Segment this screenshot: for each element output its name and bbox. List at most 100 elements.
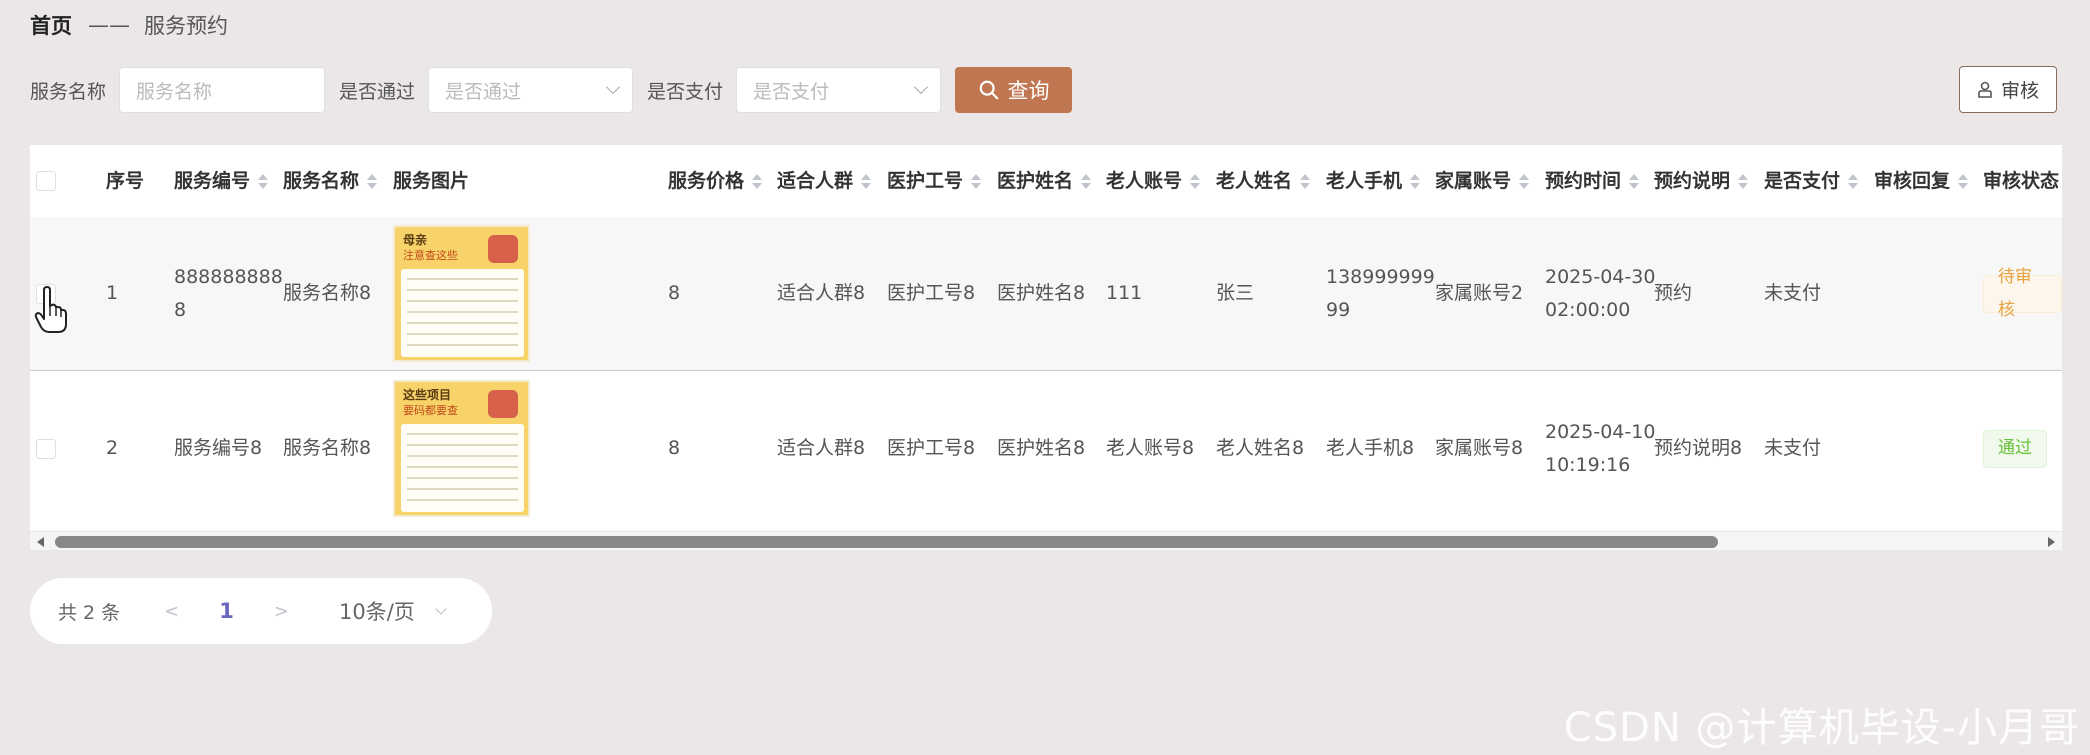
sort-icon[interactable] <box>752 173 763 189</box>
header-booking-time[interactable]: 预约时间 <box>1545 145 1640 217</box>
status-badge: 待审核 <box>1983 267 2062 320</box>
header-index: 序号 <box>106 169 145 192</box>
row-checkbox[interactable] <box>36 371 56 526</box>
sort-icon[interactable] <box>258 173 269 189</box>
header-paid[interactable]: 是否支付 <box>1764 145 1859 217</box>
sort-icon[interactable] <box>1519 173 1530 189</box>
cell-service-name: 服务名称8 <box>283 437 372 459</box>
cell-family-account: 家属账号2 <box>1435 282 1524 304</box>
sort-icon[interactable] <box>1190 173 1201 189</box>
paid-placeholder: 是否支付 <box>753 80 830 103</box>
cell-elder-account: 111 <box>1106 282 1143 304</box>
cell-booking-date: 2025-04-10 <box>1545 420 1656 443</box>
header-audit-reply[interactable]: 审核回复 <box>1874 145 1969 217</box>
header-elder-name-label: 老人姓名 <box>1216 169 1293 192</box>
audit-button[interactable]: 审核 <box>1959 66 2057 113</box>
hand-cursor-icon <box>34 286 67 333</box>
horizontal-scrollbar[interactable] <box>30 531 2062 550</box>
service-name-input[interactable]: 服务名称 <box>119 67 326 113</box>
cell-service-image[interactable]: 这些项目 要码都要查 <box>393 371 530 526</box>
search-button-label: 查询 <box>1007 79 1050 103</box>
header-booking-note-label: 预约说明 <box>1654 169 1731 192</box>
sort-icon[interactable] <box>1410 173 1421 189</box>
sort-icon[interactable] <box>1738 173 1749 189</box>
search-button[interactable]: 查询 <box>955 67 1073 113</box>
select-all-checkbox[interactable] <box>36 145 56 217</box>
search-icon <box>979 80 998 100</box>
header-elder-account-label: 老人账号 <box>1106 169 1183 192</box>
image-title: 母亲 <box>403 233 428 247</box>
header-service-name[interactable]: 服务名称 <box>283 145 378 217</box>
header-elder-phone-label: 老人手机 <box>1326 169 1403 192</box>
header-elder-name[interactable]: 老人姓名 <box>1216 145 1311 217</box>
header-service-no[interactable]: 服务编号 <box>174 145 269 217</box>
table-row[interactable]: 1 888888888 8 服务名称8 母亲 注意查这些 8 适合人群8 医护工… <box>30 217 2062 371</box>
user-icon <box>1978 81 1992 98</box>
scroll-right-icon[interactable] <box>2048 537 2055 547</box>
header-family-account[interactable]: 家属账号 <box>1435 145 1530 217</box>
header-booking-note[interactable]: 预约说明 <box>1654 145 1749 217</box>
next-page-button[interactable]: > <box>274 601 289 622</box>
scroll-left-icon[interactable] <box>37 537 44 547</box>
cell-elder-account: 老人账号8 <box>1106 437 1195 459</box>
cell-nurse-no: 医护工号8 <box>887 282 976 304</box>
prev-page-button[interactable]: < <box>164 601 179 622</box>
sort-icon[interactable] <box>1081 173 1092 189</box>
header-family-account-label: 家属账号 <box>1435 169 1512 192</box>
cell-family-account: 家属账号8 <box>1435 437 1524 459</box>
cell-booking-note: 预约 <box>1654 282 1693 304</box>
header-nurse-name-label: 医护姓名 <box>997 169 1074 192</box>
header-nurse-name[interactable]: 医护姓名 <box>997 145 1092 217</box>
cell-elder-phone-line1: 138999999 <box>1326 265 1435 288</box>
scrollbar-thumb[interactable] <box>55 536 1718 548</box>
paid-select[interactable]: 是否支付 <box>736 67 942 113</box>
breadcrumb-separator: —— <box>88 13 130 37</box>
service-name-label: 服务名称 <box>30 80 107 103</box>
page-size-select[interactable]: 10条/页 <box>339 596 447 626</box>
cell-nurse-name: 医护姓名8 <box>997 282 1086 304</box>
sort-icon[interactable] <box>1629 173 1640 189</box>
paid-label: 是否支付 <box>647 80 724 103</box>
passed-select[interactable]: 是否通过 <box>428 67 634 113</box>
cell-service-no: 服务编号8 <box>174 437 263 459</box>
service-image[interactable]: 母亲 注意查这些 <box>393 225 530 362</box>
header-service-name-label: 服务名称 <box>283 169 360 192</box>
header-elder-account[interactable]: 老人账号 <box>1106 145 1201 217</box>
chevron-down-icon <box>913 79 929 95</box>
header-price-label: 服务价格 <box>668 169 745 192</box>
breadcrumb-home[interactable]: 首页 <box>30 10 72 40</box>
sort-icon[interactable] <box>1958 173 1969 189</box>
table-header: 序号 服务编号 服务名称 服务图片 服务价格 适合人群 医护工号 医护姓名 老人… <box>30 145 2062 217</box>
header-audit-reply-label: 审核回复 <box>1874 169 1951 192</box>
passed-label: 是否通过 <box>339 80 416 103</box>
cell-price: 8 <box>668 437 681 459</box>
sort-icon[interactable] <box>367 173 378 189</box>
cell-service-image[interactable]: 母亲 注意查这些 <box>393 217 530 370</box>
header-nurse-no[interactable]: 医护工号 <box>887 145 982 217</box>
chevron-down-icon <box>435 603 447 615</box>
booking-table: 序号 服务编号 服务名称 服务图片 服务价格 适合人群 医护工号 医护姓名 老人… <box>30 145 2062 550</box>
sort-icon[interactable] <box>861 173 872 189</box>
cell-service-no-line1: 888888888 <box>174 265 283 288</box>
header-suitable-label: 适合人群 <box>777 169 854 192</box>
header-elder-phone[interactable]: 老人手机 <box>1326 145 1421 217</box>
cell-nurse-name: 医护姓名8 <box>997 437 1086 459</box>
cell-booking-clock: 10:19:16 <box>1545 453 1631 476</box>
sort-icon[interactable] <box>1848 173 1859 189</box>
service-image[interactable]: 这些项目 要码都要查 <box>393 380 530 517</box>
audit-button-label: 审核 <box>2000 80 2039 102</box>
sort-icon[interactable] <box>1300 173 1311 189</box>
watermark: CSDN @计算机毕设-小月哥 <box>1563 705 2080 751</box>
image-subtitle: 要码都要查 <box>403 404 458 417</box>
sort-icon[interactable] <box>971 173 982 189</box>
cell-elder-name: 老人姓名8 <box>1216 437 1305 459</box>
header-paid-label: 是否支付 <box>1764 169 1841 192</box>
header-suitable[interactable]: 适合人群 <box>777 145 872 217</box>
image-subtitle: 注意查这些 <box>403 249 458 262</box>
page-number-1[interactable]: 1 <box>219 599 234 623</box>
cell-index: 1 <box>106 282 119 304</box>
header-price[interactable]: 服务价格 <box>668 145 763 217</box>
breadcrumb-current: 服务预约 <box>144 14 228 38</box>
image-figure <box>488 235 518 263</box>
table-row[interactable]: 2 服务编号8 服务名称8 这些项目 要码都要查 8 适合人群8 医护工号8 医… <box>30 371 2062 526</box>
